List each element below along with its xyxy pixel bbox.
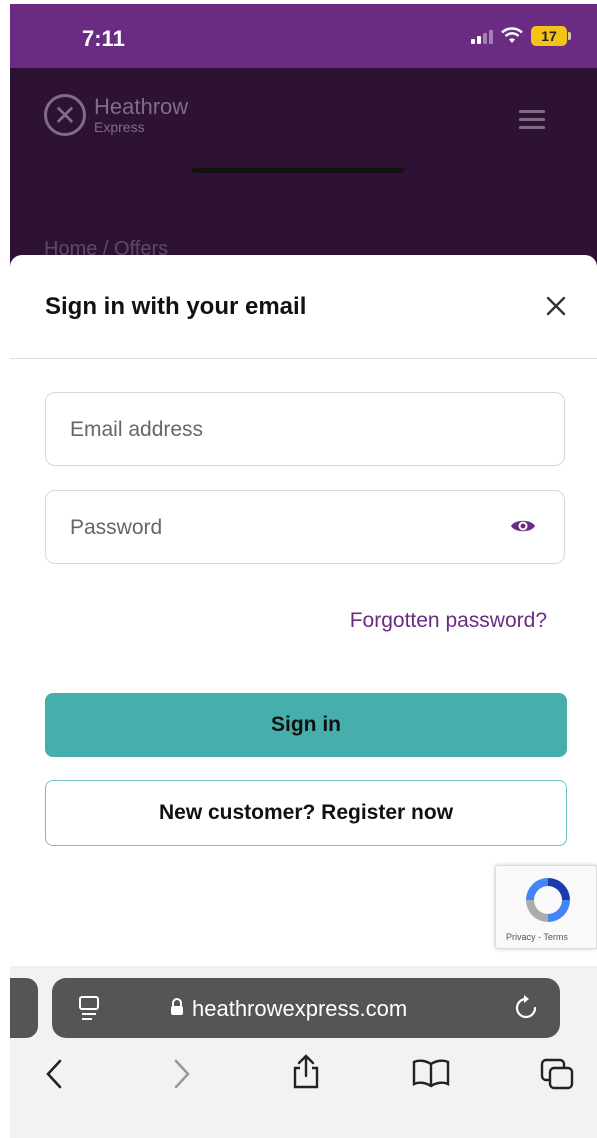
close-icon[interactable] (545, 291, 567, 325)
sign-in-button[interactable]: Sign in (45, 693, 567, 757)
chevron-right-icon[interactable] (172, 1058, 192, 1090)
battery-icon: 17 (531, 26, 571, 46)
address-bar[interactable]: heathrowexpress.com (52, 978, 560, 1038)
email-input[interactable] (46, 393, 492, 467)
heathrow-express-logo[interactable]: ✕ Heathrow Express (44, 94, 188, 136)
url-text[interactable]: heathrowexpress.com (192, 996, 407, 1022)
menu-icon[interactable] (519, 110, 545, 134)
reader-icon[interactable] (78, 995, 100, 1021)
book-icon[interactable] (412, 1058, 450, 1088)
share-icon[interactable] (290, 1054, 322, 1090)
sign-in-modal: Sign in with your email Forgotten passwo… (10, 255, 597, 970)
chevron-left-icon[interactable] (44, 1058, 64, 1090)
reload-icon[interactable] (514, 995, 538, 1021)
previous-tab-stub[interactable] (10, 978, 38, 1038)
email-field[interactable] (45, 392, 565, 467)
wifi-icon (501, 27, 523, 43)
password-input[interactable] (46, 491, 492, 565)
logo-x-icon: ✕ (44, 94, 86, 136)
recaptcha-terms[interactable]: Privacy - Terms (506, 932, 568, 942)
logo-text: Heathrow Express (94, 94, 189, 135)
modal-title: Sign in with your email (45, 293, 307, 320)
password-field[interactable] (45, 490, 565, 565)
register-button[interactable]: New customer? Register now (45, 780, 567, 846)
status-bar: 7:11 17 (10, 4, 597, 68)
browser-nav-row (10, 1054, 597, 1098)
forgot-password-link[interactable]: Forgotten password? (350, 609, 547, 633)
logo-name: Heathrow (94, 94, 189, 119)
modal-header: Sign in with your email (10, 255, 597, 359)
browser-toolbar: heathrowexpress.com (10, 966, 597, 1138)
signal-icon (471, 28, 493, 44)
recaptcha-icon (526, 878, 570, 922)
lock-icon (171, 998, 183, 1015)
eye-icon[interactable] (510, 517, 536, 535)
home-indicator (192, 168, 404, 173)
logo-sub: Express (94, 119, 145, 135)
status-icons: 17 (471, 26, 571, 46)
tabs-icon[interactable] (540, 1058, 574, 1090)
status-time: 7:11 (82, 26, 125, 51)
recaptcha-badge[interactable]: Privacy - Terms (495, 865, 597, 949)
